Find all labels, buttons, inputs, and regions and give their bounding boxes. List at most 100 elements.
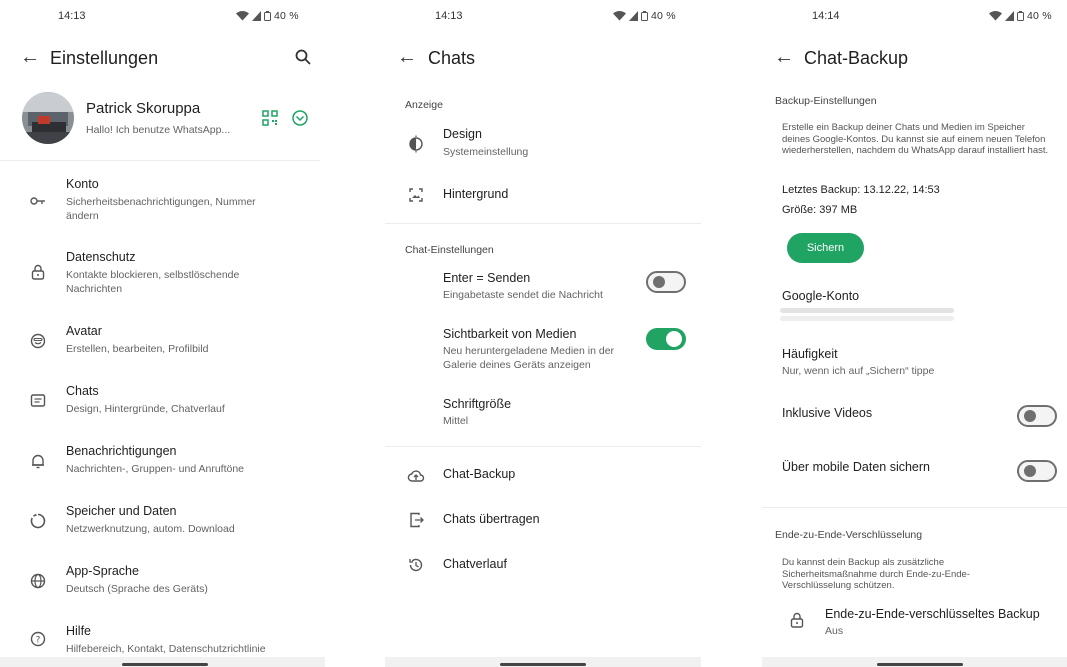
e2e-description: Du kannst dein Backup als zusätzliche Si… bbox=[782, 557, 970, 591]
battery-icon bbox=[264, 11, 271, 21]
divider bbox=[762, 507, 1067, 508]
page-title: Chat-Backup bbox=[804, 48, 909, 68]
lock-icon bbox=[788, 611, 806, 629]
wallpaper-icon bbox=[407, 186, 425, 204]
enter-send-title: Enter = Senden bbox=[443, 271, 531, 285]
settings-item-subtitle: Sicherheitsbenachrichtigungen, Nummer än… bbox=[66, 196, 256, 222]
e2e-backup-title: Ende-zu-Ende-verschlüsseltes Backup bbox=[825, 607, 1040, 621]
backup-description: Erstelle ein Backup deiner Chats und Med… bbox=[782, 122, 1049, 156]
battery-percent: 40 % bbox=[651, 10, 676, 22]
chat-icon bbox=[29, 392, 47, 410]
toggle-knob bbox=[1024, 410, 1036, 422]
backup-size-text: Größe: 397 MB bbox=[782, 204, 858, 216]
qr-code-icon[interactable] bbox=[261, 109, 279, 127]
e2e-backup-status: Aus bbox=[825, 625, 844, 637]
chat-history-title: Chatverlauf bbox=[443, 557, 507, 571]
profile-name: Patrick Skoruppa bbox=[86, 100, 201, 117]
home-gesture-pill[interactable] bbox=[877, 663, 963, 666]
toggle-knob bbox=[1024, 465, 1036, 477]
settings-item-title: Hilfe bbox=[66, 624, 92, 638]
back-arrow-icon[interactable]: ← bbox=[397, 47, 417, 67]
key-icon bbox=[29, 192, 47, 210]
page-title: Chats bbox=[428, 48, 476, 68]
status-icons: 40 % bbox=[989, 10, 1052, 22]
settings-item-subtitle: Design, Hintergründe, Chatverlauf bbox=[66, 403, 225, 415]
battery-percent: 40 % bbox=[1027, 10, 1052, 22]
home-gesture-pill[interactable] bbox=[500, 663, 586, 666]
page-title: Einstellungen bbox=[50, 48, 159, 68]
settings-item-title: App-Sprache bbox=[66, 564, 139, 578]
design-value: Systemeinstellung bbox=[443, 146, 529, 158]
section-header-backup-settings: Backup-Einstellungen bbox=[775, 95, 877, 107]
transfer-icon bbox=[407, 511, 425, 529]
back-arrow-icon[interactable]: ← bbox=[20, 47, 40, 67]
toggle-knob bbox=[653, 276, 665, 288]
font-size-value: Mittel bbox=[443, 415, 469, 427]
search-icon[interactable] bbox=[294, 48, 312, 66]
design-title: Design bbox=[443, 127, 482, 141]
settings-item-title: Speicher und Daten bbox=[66, 504, 177, 518]
divider bbox=[385, 223, 701, 224]
status-icons: 40 % bbox=[236, 10, 299, 22]
last-backup-text: Letztes Backup: 13.12.22, 14:53 bbox=[782, 184, 940, 196]
home-gesture-pill[interactable] bbox=[122, 663, 208, 666]
google-account-title: Google-Konto bbox=[782, 289, 860, 303]
backup-now-button[interactable]: Sichern bbox=[787, 233, 864, 263]
battery-percent: 40 % bbox=[274, 10, 299, 22]
settings-item-subtitle: Kontakte blockieren, selbstlöschende Nac… bbox=[66, 269, 240, 295]
avatar-icon bbox=[29, 332, 47, 350]
theme-icon bbox=[407, 135, 425, 153]
font-size-title: Schriftgröße bbox=[443, 397, 512, 411]
chat-backup-screen: 14:14 40 % ← Chat-Backup Backup-Einstell… bbox=[762, 0, 1067, 667]
chats-settings-screen: 14:13 40 % ← Chats Anzeige Design System… bbox=[385, 0, 701, 667]
battery-icon bbox=[641, 11, 648, 21]
status-time: 14:14 bbox=[812, 10, 840, 22]
settings-item-subtitle: Netzwerknutzung, autom. Download bbox=[66, 523, 235, 535]
redacted-account bbox=[780, 308, 954, 313]
wifi-icon bbox=[613, 11, 626, 21]
settings-item-title: Datenschutz bbox=[66, 250, 136, 264]
chevron-down-circle-icon[interactable] bbox=[291, 109, 309, 127]
avatar[interactable] bbox=[22, 92, 74, 144]
settings-item-subtitle: Deutsch (Sprache des Geräts) bbox=[66, 583, 208, 595]
section-header-chat-einstellungen: Chat-Einstellungen bbox=[405, 244, 494, 256]
mobile-data-title: Über mobile Daten sichern bbox=[782, 460, 930, 474]
settings-item-subtitle: Hilfebereich, Kontakt, Datenschutzrichtl… bbox=[66, 643, 266, 655]
settings-item-subtitle: Erstellen, bearbeiten, Profilbild bbox=[66, 343, 209, 355]
svg-text:?: ? bbox=[36, 636, 41, 646]
chat-backup-title: Chat-Backup bbox=[443, 467, 516, 481]
divider bbox=[385, 446, 701, 447]
enter-send-subtitle: Eingabetaste sendet die Nachricht bbox=[443, 289, 603, 301]
status-icons: 40 % bbox=[613, 10, 676, 22]
include-videos-title: Inklusive Videos bbox=[782, 406, 873, 420]
settings-screen: 14:13 40 % ← Einstellungen Patrick Skoru… bbox=[0, 0, 330, 667]
enter-send-toggle[interactable] bbox=[646, 271, 686, 293]
signal-icon bbox=[252, 11, 261, 21]
transfer-chats-title: Chats übertragen bbox=[443, 512, 540, 526]
section-header-anzeige: Anzeige bbox=[405, 99, 443, 111]
settings-item-title: Konto bbox=[66, 177, 99, 191]
signal-icon bbox=[1005, 11, 1014, 21]
section-header-e2e: Ende-zu-Ende-Verschlüsselung bbox=[775, 529, 923, 541]
media-visibility-toggle[interactable] bbox=[646, 328, 686, 350]
globe-icon bbox=[29, 572, 47, 590]
settings-item-title: Chats bbox=[66, 384, 99, 398]
redacted-account bbox=[780, 316, 954, 321]
profile-status: Hallo! Ich benutze WhatsApp... bbox=[86, 124, 231, 136]
signal-icon bbox=[629, 11, 638, 21]
include-videos-toggle[interactable] bbox=[1017, 405, 1057, 427]
back-arrow-icon[interactable]: ← bbox=[774, 47, 794, 67]
battery-icon bbox=[1017, 11, 1024, 21]
bell-icon bbox=[29, 452, 47, 470]
settings-item-title: Benachrichtigungen bbox=[66, 444, 177, 458]
storage-icon bbox=[29, 512, 47, 530]
mobile-data-toggle[interactable] bbox=[1017, 460, 1057, 482]
status-time: 14:13 bbox=[58, 10, 86, 22]
status-time: 14:13 bbox=[435, 10, 463, 22]
wifi-icon bbox=[236, 11, 249, 21]
toggle-knob bbox=[666, 331, 682, 347]
history-icon bbox=[407, 556, 425, 574]
frequency-title: Häufigkeit bbox=[782, 347, 838, 361]
frequency-value: Nur, wenn ich auf „Sichern“ tippe bbox=[782, 365, 935, 377]
settings-item-subtitle: Nachrichten-, Gruppen- und Anruftöne bbox=[66, 463, 245, 475]
